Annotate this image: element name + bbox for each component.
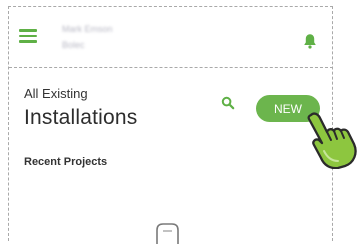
header-divider	[9, 67, 333, 68]
hamburger-bar	[19, 40, 37, 43]
user-name: Mark Emson	[62, 24, 113, 34]
recent-projects-heading: Recent Projects	[24, 156, 108, 168]
user-company: Bolec	[62, 40, 85, 50]
search-icon[interactable]	[221, 96, 235, 110]
hamburger-bar	[19, 29, 37, 32]
hamburger-bar	[19, 34, 37, 38]
new-button-label: NEW	[274, 101, 302, 116]
page-title: Installations	[24, 106, 138, 129]
hamburger-icon[interactable]	[19, 29, 37, 43]
pointing-hand-icon	[300, 107, 362, 170]
page-pre-title: All Existing	[24, 86, 88, 101]
bell-icon[interactable]	[303, 33, 317, 49]
